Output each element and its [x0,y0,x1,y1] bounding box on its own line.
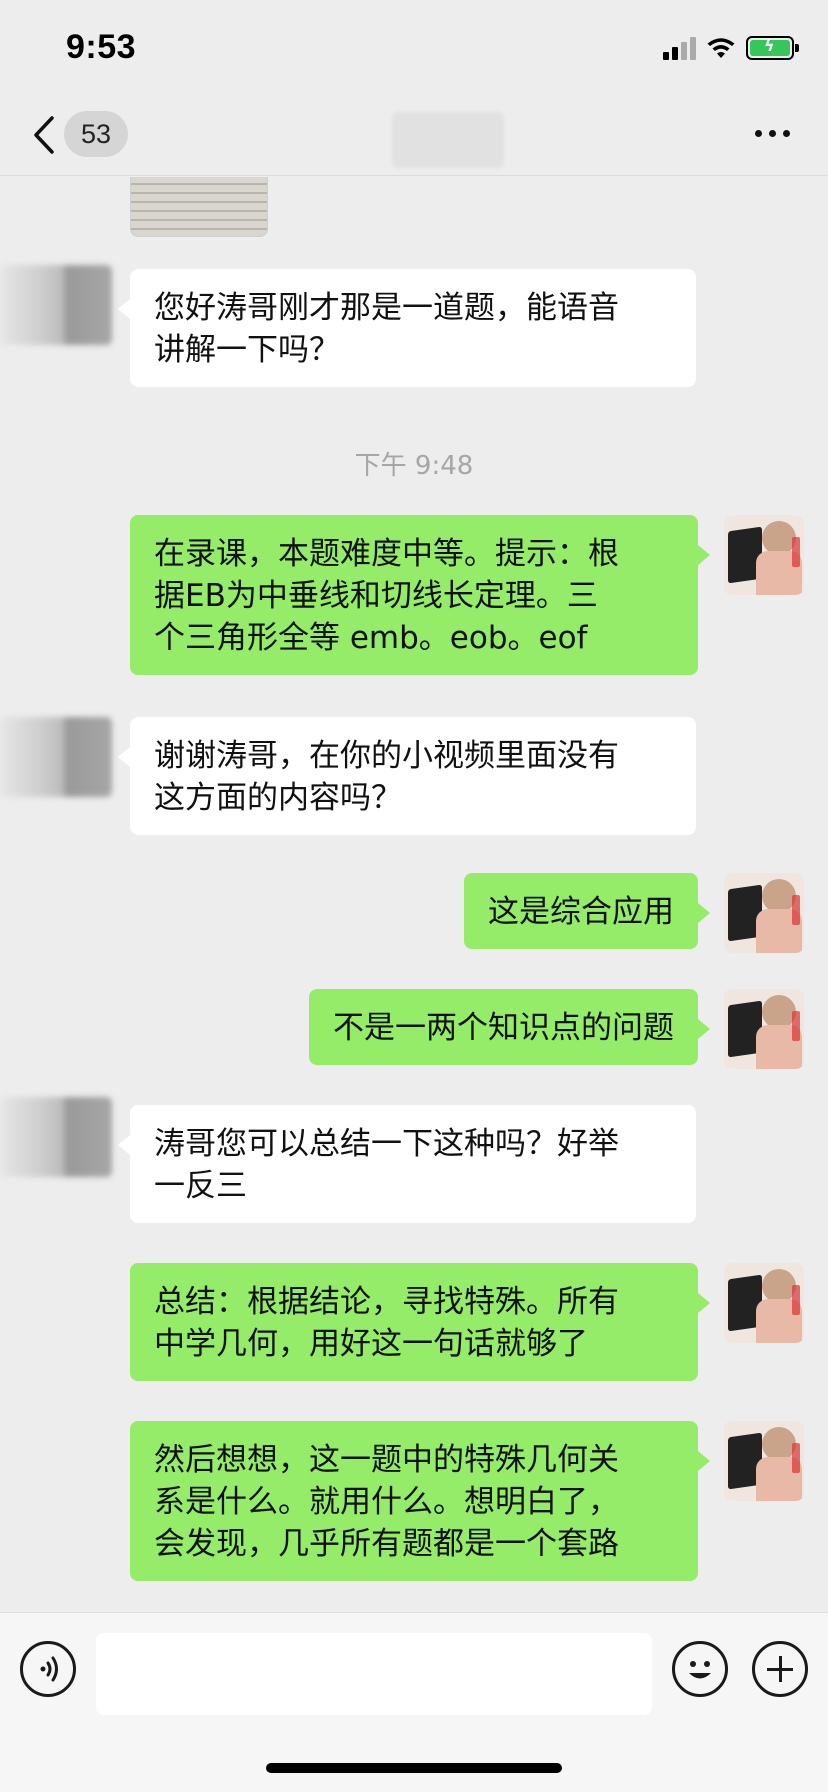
chevron-left-icon[interactable] [30,112,60,158]
signal-icon [663,36,696,60]
message-bubble-incoming[interactable]: 涛哥您可以总结一下这种吗？好举 一反三 [118,1105,696,1223]
my-avatar[interactable] [724,1421,804,1501]
message-bubble-outgoing[interactable]: 这是综合应用 [464,873,710,949]
input-bar [0,1612,828,1792]
plus-icon[interactable] [752,1641,808,1697]
my-avatar[interactable] [724,989,804,1069]
home-indicator [266,1763,562,1773]
unread-count-badge[interactable]: 53 [64,111,128,157]
voice-icon[interactable] [20,1641,76,1697]
contact-avatar[interactable] [0,265,112,345]
contact-avatar[interactable] [0,1097,112,1177]
status-time: 9:53 [66,28,137,66]
message-bubble-incoming[interactable]: 谢谢涛哥，在你的小视频里面没有 这方面的内容吗？ [118,717,696,835]
smiley-icon[interactable] [672,1641,728,1697]
battery-level: ϟ [750,36,790,56]
ellipsis-icon[interactable] [755,130,790,137]
my-avatar[interactable] [724,873,804,953]
message-input[interactable] [96,1633,652,1715]
message-bubble-outgoing[interactable]: 总结：根据结论，寻找特殊。所有 中学几何，用好这一句话就够了 [130,1263,710,1381]
status-icons: ϟ [663,36,799,60]
status-bar: 9:53 ϟ [0,0,828,100]
nav-bar: 53 [0,100,828,176]
image-message-thumbnail[interactable] [130,177,268,237]
message-bubble-outgoing[interactable]: 不是一两个知识点的问题 [309,989,710,1065]
battery-charging-icon: ϟ [746,36,799,60]
message-bubble-outgoing[interactable]: 然后想想，这一题中的特殊几何关 系是什么。就用什么。想明白了， 会发现，几乎所有… [130,1421,710,1581]
wifi-icon [707,38,735,58]
message-timestamp: 下午 9:48 [354,451,474,481]
message-bubble-outgoing[interactable]: 在录课，本题难度中等。提示：根 据EB为中垂线和切线长定理。三 个三角形全等 e… [130,515,710,675]
my-avatar[interactable] [724,1263,804,1343]
contact-avatar[interactable] [0,717,112,797]
message-bubble-incoming[interactable]: 您好涛哥刚才那是一道题，能语音 讲解一下吗？ [118,269,696,387]
chat-message-list[interactable]: 您好涛哥刚才那是一道题，能语音 讲解一下吗？ 下午 9:48 在录课，本题难度中… [0,177,828,1612]
chat-title [392,112,504,168]
my-avatar[interactable] [724,515,804,595]
